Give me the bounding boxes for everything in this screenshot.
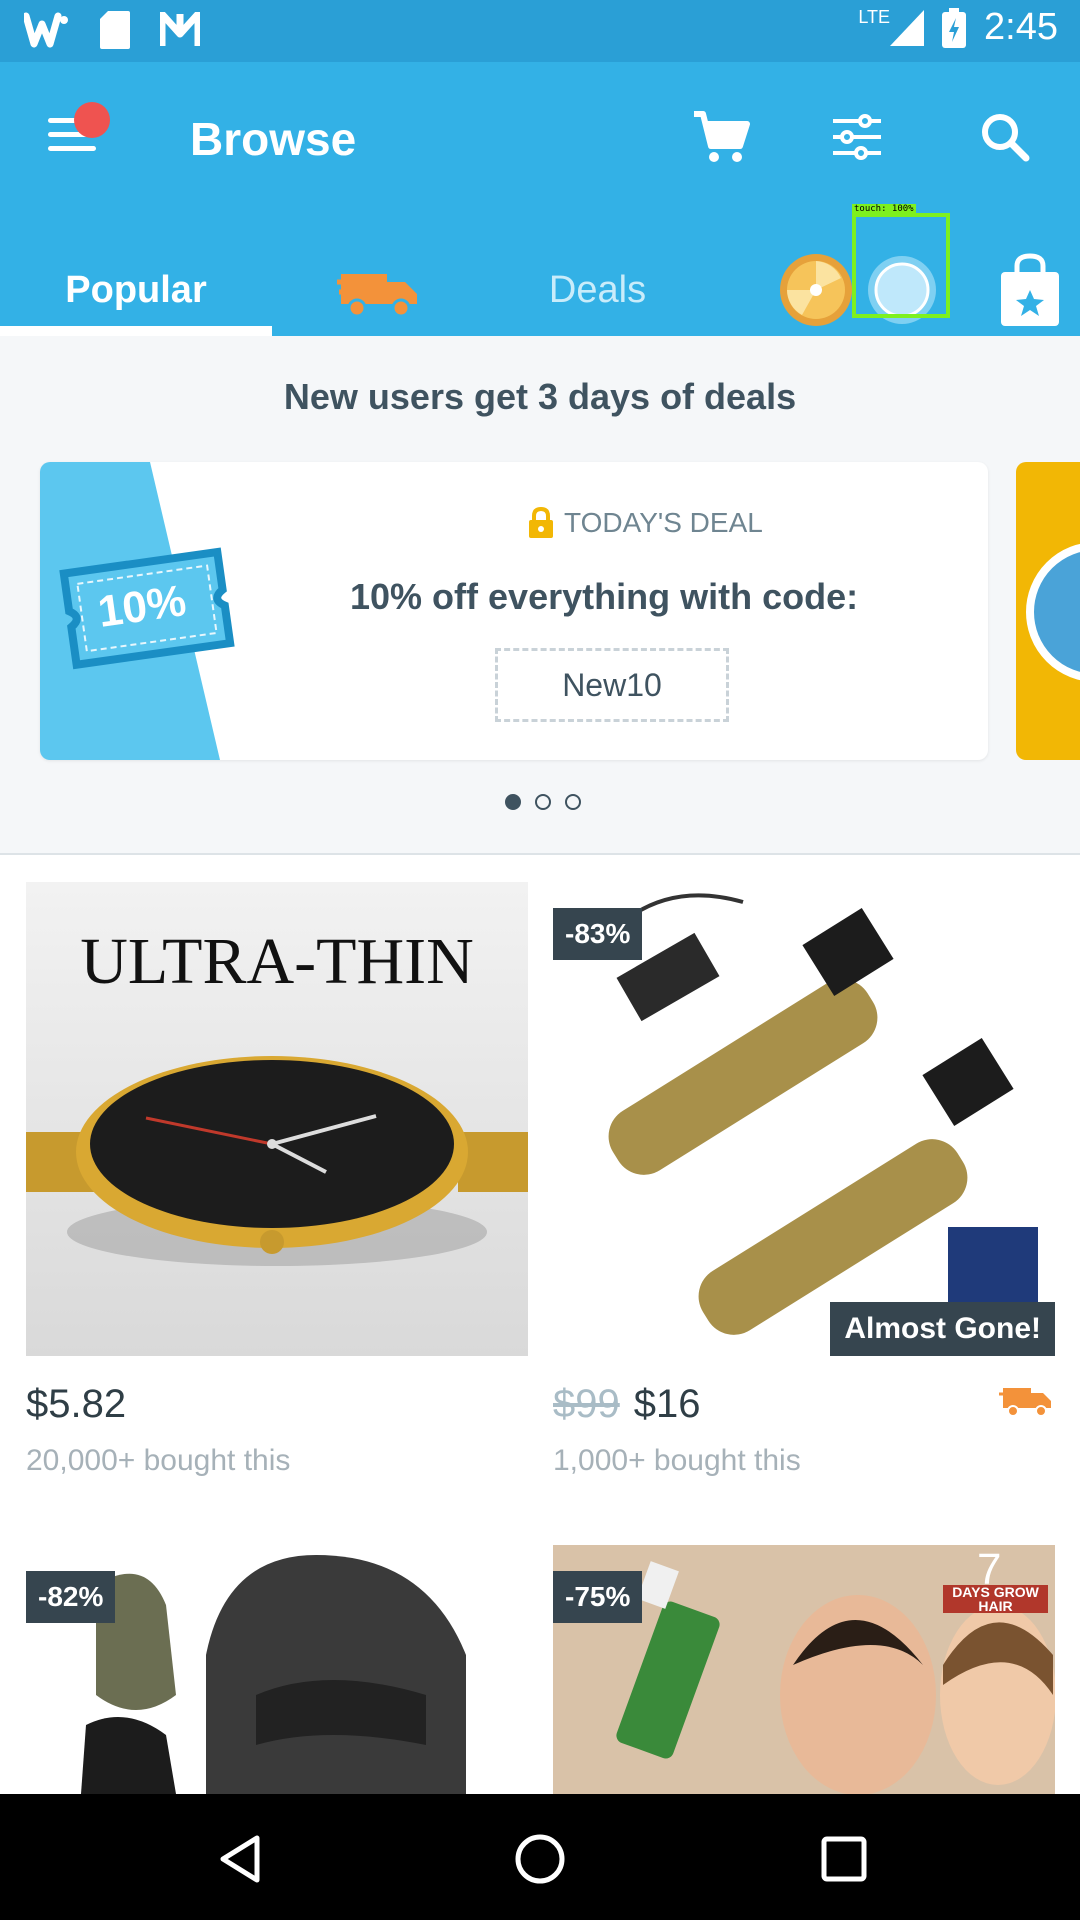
lock-icon xyxy=(529,507,553,538)
filter-button[interactable] xyxy=(822,102,892,172)
search-button[interactable] xyxy=(970,102,1040,172)
image-caption: DAYS GROW HAIR xyxy=(952,1584,1039,1614)
carousel-dot[interactable] xyxy=(505,794,521,810)
discount-badge: -75% xyxy=(553,1571,643,1623)
clock: 2:45 xyxy=(984,6,1058,48)
battery-icon xyxy=(942,7,967,48)
touch-label: touch: 100% xyxy=(852,204,916,214)
product-image: 7 DAYS GROW HAIR -75% xyxy=(553,1545,1055,1794)
fast-shipping-icon xyxy=(999,1388,1051,1417)
filter-sliders-icon xyxy=(833,114,881,160)
deal-code[interactable]: New10 xyxy=(495,648,729,722)
next-promo-graphic xyxy=(1026,543,1080,681)
carousel-dot[interactable] xyxy=(565,794,581,810)
product-price: $5.82 xyxy=(26,1382,126,1427)
sd-card-icon xyxy=(100,11,130,49)
product-image: -82% xyxy=(26,1545,528,1794)
product-image: ULTRA-THIN xyxy=(26,882,528,1356)
home-icon xyxy=(515,1834,565,1884)
discount-badge: -82% xyxy=(26,1571,116,1623)
back-button[interactable] xyxy=(205,1824,275,1894)
watch-graphic xyxy=(26,1056,528,1266)
product-card[interactable]: -83% Almost Gone! $99 $16 1,000+ bought t… xyxy=(553,882,1055,1477)
tab-shipping[interactable] xyxy=(330,244,430,336)
product-card[interactable]: ULTRA-THIN $5.82 20,000+ bought this xyxy=(26,882,528,1477)
next-promo-card[interactable] xyxy=(1016,462,1080,760)
tab-deals[interactable]: Deals xyxy=(520,244,675,336)
bought-count: 1,000+ bought this xyxy=(553,1444,801,1477)
product-image: -83% Almost Gone! xyxy=(553,882,1055,1356)
system-nav-bar xyxy=(0,1794,1080,1920)
touch-indicator xyxy=(852,213,950,318)
product-card[interactable]: 7 DAYS GROW HAIR -75% xyxy=(553,1545,1055,1794)
n-app-icon xyxy=(160,12,200,46)
truck-icon xyxy=(337,274,417,318)
carousel-dot[interactable] xyxy=(535,794,551,810)
prize-wheel-icon xyxy=(780,254,852,326)
signal-icon xyxy=(890,9,925,46)
tab-indicator xyxy=(0,326,272,336)
recents-icon xyxy=(821,1836,867,1882)
product-card[interactable]: -82% xyxy=(26,1545,528,1794)
tab-wish-star[interactable] xyxy=(990,244,1070,336)
promo-title: New users get 3 days of deals xyxy=(283,376,797,417)
product-price: $99 $16 xyxy=(553,1382,701,1427)
price: $5.82 xyxy=(26,1382,127,1426)
tab-popular[interactable]: Popular xyxy=(0,244,272,336)
network-type: LTE xyxy=(858,7,891,27)
tab-wheel[interactable] xyxy=(776,244,856,336)
deal-label: TODAY'S DEAL xyxy=(564,507,763,538)
home-button[interactable] xyxy=(505,1824,575,1894)
cart-button[interactable] xyxy=(686,102,756,172)
page-title: Browse xyxy=(190,113,357,165)
bought-count: 20,000+ bought this xyxy=(26,1444,291,1477)
carousel-indicator xyxy=(505,794,581,810)
deal-label-row: TODAY'S DEAL xyxy=(528,507,763,539)
price: $16 xyxy=(633,1382,701,1426)
discount-badge: -83% xyxy=(553,908,643,960)
almost-gone-tag: Almost Gone! xyxy=(830,1302,1055,1356)
back-icon xyxy=(220,1835,260,1883)
search-icon xyxy=(982,114,1030,162)
status-bar: LTE 2:45 xyxy=(0,0,1080,62)
wish-app-icon xyxy=(24,12,68,48)
recents-button[interactable] xyxy=(809,1824,879,1894)
deal-text: 10% off everything with code: xyxy=(350,576,859,617)
shopping-bag-star-icon xyxy=(1001,253,1059,326)
notification-dot xyxy=(74,102,110,138)
cart-icon xyxy=(694,111,750,162)
old-price: $99 xyxy=(553,1382,620,1426)
promo-card[interactable]: 10% TODAY'S DEAL 10% off everything with… xyxy=(40,462,988,760)
